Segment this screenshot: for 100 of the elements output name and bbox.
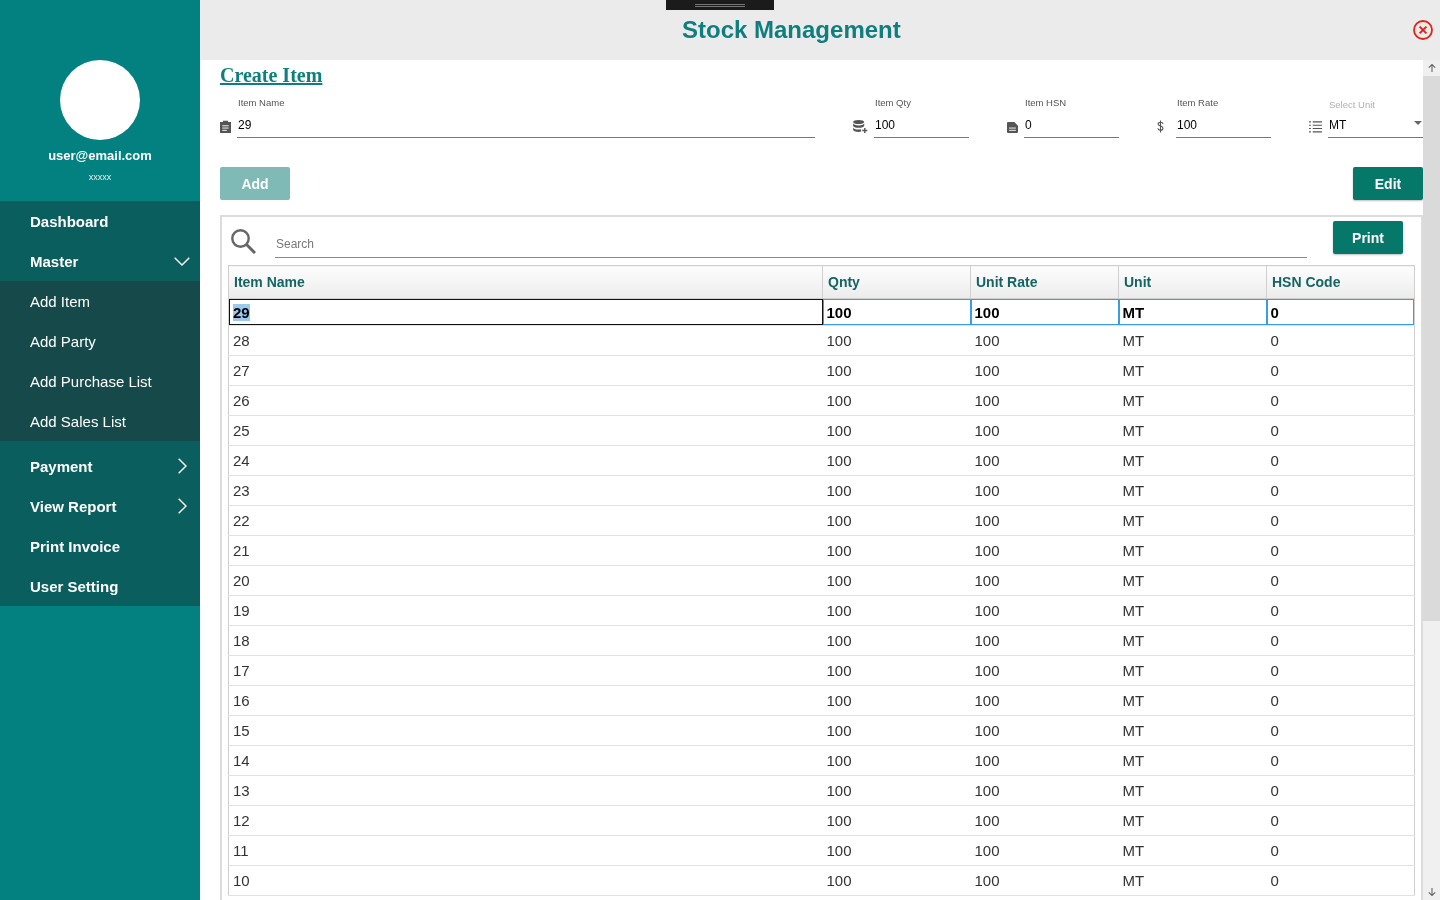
column-header[interactable]: Item Name [228,265,823,299]
table-cell: 100 [822,865,971,896]
table-cell: 100 [822,835,971,866]
search-icon [231,229,256,254]
column-header[interactable]: Qnty [822,265,971,299]
table-cell: 0 [1266,655,1415,686]
submenu-item[interactable]: Add Party [0,321,200,361]
menu-item[interactable]: Payment [0,446,200,486]
table-cell: 100 [970,475,1119,506]
table-cell: 0 [1266,505,1415,536]
column-header[interactable]: HSN Code [1266,265,1415,299]
table-cell: 100 [970,565,1119,596]
table-cell: 100 [822,475,971,506]
table-cell: 100 [970,835,1119,866]
submenu-item[interactable]: Add Purchase List [0,361,200,401]
table-cell: 0 [1266,775,1415,806]
table-cell: 20 [228,565,823,596]
form-button[interactable]: Edit [1353,167,1423,200]
menu-item[interactable]: Print Invoice [0,526,200,566]
table-cell: MT [1118,715,1267,746]
table-cell: 15 [228,715,823,746]
table-cell: MT [1118,385,1267,416]
table-cell: 100 [822,685,971,716]
document-icon [1007,122,1018,133]
menu-item[interactable]: Master [0,241,200,281]
table-cell: MT [1118,325,1267,356]
table-cell: MT [1118,505,1267,536]
scrollbar[interactable] [1423,60,1440,900]
dollar-icon [1157,120,1164,133]
submenu-item[interactable]: Add Item [0,281,200,321]
menu-item[interactable]: Dashboard [0,201,200,241]
table-cell: 100 [822,715,971,746]
table-cell: 0 [1266,595,1415,626]
table-cell: 100 [970,745,1119,776]
table-cell: 100 [970,655,1119,686]
table-cell: 0 [1266,835,1415,866]
window-title: Stock Management [682,16,901,44]
table-cell: 0 [1266,298,1415,326]
table-cell: 0 [1266,805,1415,836]
user-email: user@email.com [48,148,152,164]
table-cell: 100 [822,415,971,446]
up-arrow-icon[interactable] [1427,64,1436,72]
table-cell: MT [1118,595,1267,626]
text-field[interactable]: 100 [1176,112,1271,138]
submenu-item[interactable]: Add Sales List [0,401,200,441]
table-cell: MT [1118,475,1267,506]
table-cell: 100 [822,595,971,626]
table-cell: 100 [822,355,971,386]
table-cell: MT [1118,865,1267,896]
field-label: Item Qty [874,97,912,109]
table-cell: 10 [228,865,823,896]
user-subtitle: xxxxx [88,171,112,183]
table-cell: 0 [1266,415,1415,446]
table-cell: 100 [970,535,1119,566]
table-cell: 100 [970,715,1119,746]
table-cell: 17 [228,655,823,686]
table-cell: 0 [1266,745,1415,776]
table-cell: 29 [228,298,823,326]
text-field[interactable]: 100 [874,112,969,138]
table-cell: 19 [228,595,823,626]
database-plus-icon [853,120,868,133]
form-title: Create Item [220,63,323,88]
table-cell: MT [1118,565,1267,596]
table-cell: 100 [970,505,1119,536]
table-cell: 0 [1266,625,1415,656]
table-cell: 100 [970,415,1119,446]
table-cell: 23 [228,475,823,506]
close-icon[interactable] [1413,20,1433,40]
menu-item[interactable]: View Report [0,486,200,526]
drag-handle[interactable] [666,0,774,10]
table-cell: MT [1118,625,1267,656]
text-field[interactable]: 29 [237,112,815,138]
table-cell: 0 [1266,385,1415,416]
table-cell: 100 [970,355,1119,386]
caret-icon [1414,121,1422,125]
table-cell: MT [1118,745,1267,776]
table-cell: 11 [228,835,823,866]
down-arrow-icon[interactable] [1427,888,1436,896]
scrollbar-thumb[interactable] [1423,76,1440,621]
column-header[interactable]: Unit [1118,265,1267,299]
table-cell: 100 [970,865,1119,896]
column-header[interactable]: Unit Rate [970,265,1119,299]
table-cell: 100 [822,505,971,536]
table-cell: 0 [1266,445,1415,476]
table-cell: 0 [1266,355,1415,386]
table-cell: 22 [228,505,823,536]
field-label: Select Unit [1328,99,1376,111]
table-cell: MT [1118,298,1267,326]
table-cell: 100 [822,655,971,686]
table-cell: 27 [228,355,823,386]
table-cell: 100 [822,298,971,326]
table-cell: 100 [822,775,971,806]
menu-item[interactable]: User Setting [0,566,200,606]
table-cell: MT [1118,445,1267,476]
clipboard-icon [220,120,231,133]
print-button[interactable]: Print [1333,221,1403,254]
table-cell: 100 [970,595,1119,626]
text-field[interactable]: 0 [1024,112,1119,138]
table-cell: 100 [822,745,971,776]
table-cell: 100 [970,805,1119,836]
